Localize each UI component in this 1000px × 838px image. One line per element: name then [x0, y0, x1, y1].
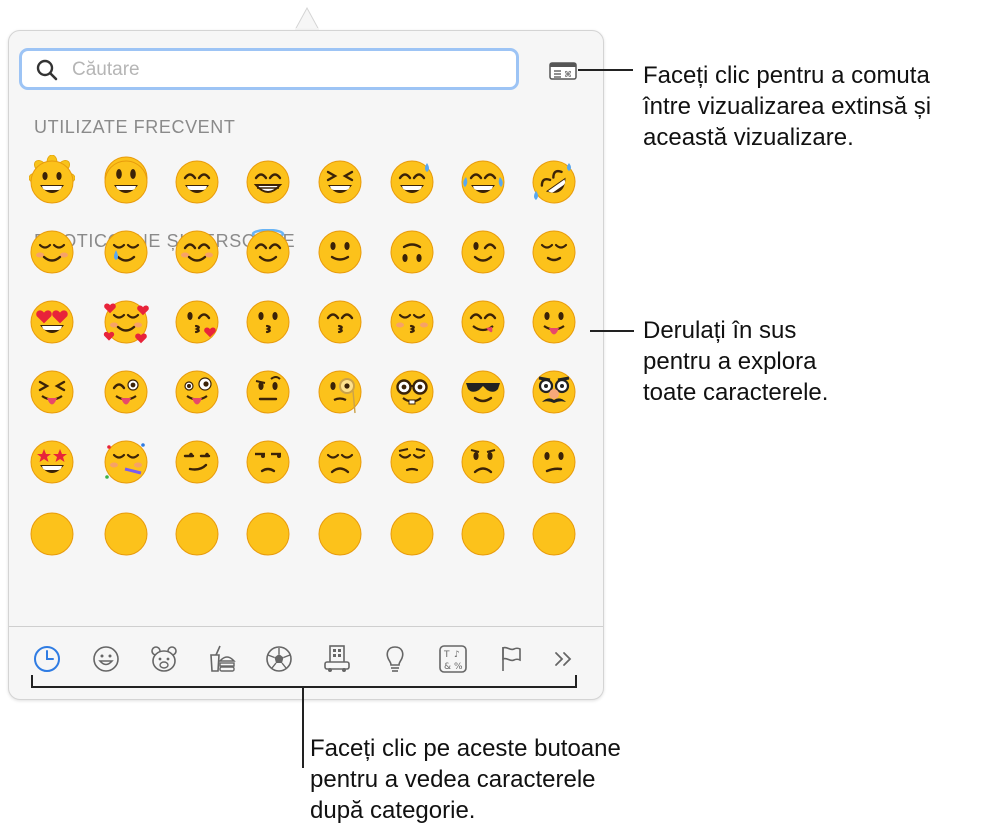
- emoji-relieved[interactable]: [531, 229, 577, 275]
- emoji-smiley[interactable]: [103, 159, 149, 205]
- emoji-yum[interactable]: [460, 299, 506, 345]
- callout-scroll: Derulați în sus pentru a explora toate c…: [643, 317, 829, 406]
- emoji-partial[interactable]: [29, 511, 75, 557]
- emoji-upside-down[interactable]: [389, 229, 435, 275]
- svg-text:T: T: [443, 650, 450, 660]
- emoji-partial[interactable]: [174, 511, 220, 557]
- popover-arrow: [295, 6, 319, 30]
- tab-animals[interactable]: [148, 643, 180, 675]
- svg-text:⌘: ⌘: [564, 70, 572, 79]
- emoji-kissing-smiling-eyes[interactable]: [317, 299, 363, 345]
- emoji-disappointed[interactable]: [317, 439, 363, 485]
- emoji-kissing-closed-eyes[interactable]: [389, 299, 435, 345]
- emoji-grin[interactable]: [245, 159, 291, 205]
- emoji-slight-smile[interactable]: [317, 229, 363, 275]
- callout-line-categories: [302, 686, 304, 768]
- emoji-smiling-tear[interactable]: [103, 229, 149, 275]
- clock-icon: [34, 646, 60, 672]
- tab-flags[interactable]: [495, 643, 527, 675]
- emoji-partial[interactable]: [103, 511, 149, 557]
- character-viewer-popover: ⌘ UTILIZATE FRECVENT: [8, 30, 604, 700]
- tab-frequent[interactable]: [31, 643, 63, 675]
- svg-text:♪: ♪: [454, 650, 460, 660]
- emoji-smiling-hearts[interactable]: [103, 299, 149, 345]
- emoji-smile[interactable]: [174, 159, 220, 205]
- emoji-raised-eyebrow[interactable]: [245, 369, 291, 415]
- emoji-partying[interactable]: [103, 439, 149, 485]
- bear-icon: [151, 646, 177, 672]
- emoji-wink[interactable]: [460, 229, 506, 275]
- soccer-ball-icon: [266, 646, 292, 672]
- callout-line-scroll: [590, 330, 634, 332]
- search-icon: [36, 59, 58, 81]
- search-field[interactable]: [19, 48, 519, 90]
- section-title-frequent: UTILIZATE FRECVENT: [34, 117, 236, 137]
- emoji-partial[interactable]: [317, 511, 363, 557]
- tab-travel[interactable]: [321, 643, 353, 675]
- emoji-tongue-out[interactable]: [531, 299, 577, 345]
- lightbulb-icon: [386, 646, 404, 672]
- emoji-grinning[interactable]: [29, 159, 75, 205]
- emoji-partial[interactable]: [531, 511, 577, 557]
- flag-icon: [502, 646, 521, 671]
- tab-food[interactable]: [205, 643, 237, 675]
- emoji-confused[interactable]: [531, 439, 577, 485]
- emoji-monocle[interactable]: [317, 369, 363, 415]
- emoji-pensive[interactable]: [389, 439, 435, 485]
- emoji-partial[interactable]: [389, 511, 435, 557]
- category-tab-bar: T ♪ & %: [9, 626, 603, 700]
- emoji-blush[interactable]: [174, 229, 220, 275]
- expand-view-icon[interactable]: ⌘: [549, 61, 577, 81]
- emoji-rofl[interactable]: [531, 159, 577, 205]
- callout-line-toggle: [578, 69, 633, 71]
- emoji-relaxed[interactable]: [29, 229, 75, 275]
- emoji-grid[interactable]: [9, 149, 603, 627]
- emoji-unamused[interactable]: [245, 439, 291, 485]
- smiley-icon: [93, 646, 119, 672]
- emoji-partial[interactable]: [460, 511, 506, 557]
- svg-text:%: %: [454, 662, 463, 672]
- callout-bracket-right: [575, 675, 577, 688]
- tab-activities[interactable]: [263, 643, 295, 675]
- emoji-sweat-smile[interactable]: [389, 159, 435, 205]
- tab-more[interactable]: [547, 643, 579, 675]
- food-icon: [210, 645, 236, 672]
- emoji-disguised[interactable]: [531, 369, 577, 415]
- emoji-kissing[interactable]: [245, 299, 291, 345]
- emoji-star-struck[interactable]: [29, 439, 75, 485]
- emoji-partial[interactable]: [245, 511, 291, 557]
- emoji-nerd[interactable]: [389, 369, 435, 415]
- more-icon: [555, 652, 572, 666]
- emoji-heart-eyes[interactable]: [29, 299, 75, 345]
- emoji-sunglasses[interactable]: [460, 369, 506, 415]
- callout-toggle-view: Faceți clic pentru a comuta între vizual…: [643, 62, 932, 151]
- emoji-innocent[interactable]: [245, 228, 291, 275]
- tab-symbols[interactable]: T ♪ & %: [437, 643, 469, 675]
- emoji-joy[interactable]: [460, 159, 506, 205]
- emoji-worried[interactable]: [460, 439, 506, 485]
- emoji-smirk[interactable]: [174, 439, 220, 485]
- symbols-icon: T ♪ & %: [439, 645, 467, 673]
- tab-objects[interactable]: [379, 643, 411, 675]
- emoji-winking-tongue[interactable]: [103, 369, 149, 415]
- emoji-kissing-heart[interactable]: [174, 299, 220, 345]
- search-input[interactable]: [70, 56, 494, 84]
- tab-smileys[interactable]: [90, 643, 122, 675]
- buildings-icon: [324, 645, 350, 672]
- callout-bracket-left: [31, 675, 33, 688]
- svg-text:&: &: [444, 662, 451, 672]
- emoji-laughing[interactable]: [317, 159, 363, 205]
- emoji-squinting-tongue[interactable]: [29, 369, 75, 415]
- callout-categories: Faceți clic pe aceste butoane pentru a v…: [310, 735, 621, 824]
- emoji-zany[interactable]: [174, 369, 220, 415]
